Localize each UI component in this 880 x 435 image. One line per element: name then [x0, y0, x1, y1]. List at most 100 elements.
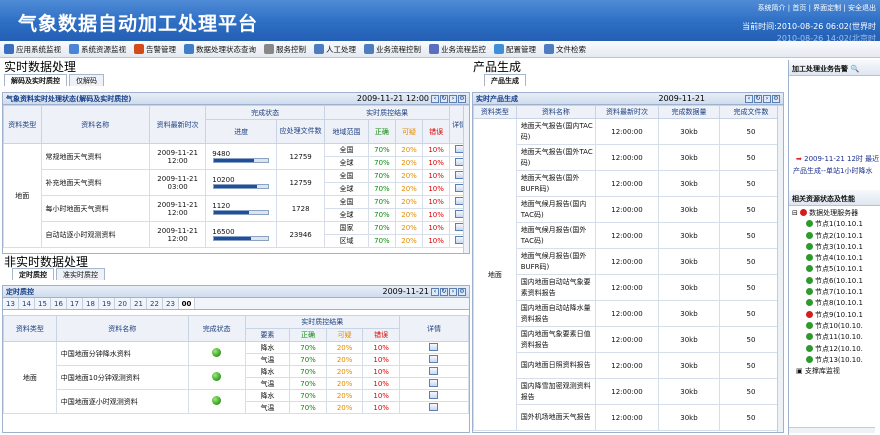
alert-text[interactable]: 产品生成--单站1小时降水 — [789, 166, 880, 176]
data-name-cell[interactable]: 补充地面天气资料 — [40, 169, 150, 196]
tree-node[interactable]: 节点3(10.10.1 — [792, 242, 880, 253]
hour-tab-15[interactable]: 15 — [35, 298, 51, 309]
size-cell: 30kb — [657, 352, 720, 379]
data-name-cell[interactable]: 国内降雪加密观测资料报告 — [515, 378, 596, 405]
data-name-cell[interactable]: 国内地面日照资料报告 — [515, 352, 596, 379]
next-icon[interactable]: › — [449, 95, 457, 103]
data-name-cell[interactable]: 国外机场地面天气报告 — [515, 404, 596, 431]
latest-time-cell: 12:00:00 — [594, 274, 659, 301]
tab-product-generation[interactable]: 产品生成 — [484, 74, 526, 86]
product-scrollbar[interactable] — [777, 106, 783, 432]
next-icon[interactable]: › — [763, 95, 771, 103]
menu-item-6[interactable]: 人工处理 — [314, 44, 356, 55]
data-name-cell[interactable]: 国内地面自动站降水量资料报告 — [515, 300, 596, 327]
menu-item-3[interactable]: 告警管理 — [134, 44, 176, 55]
count-cell: 50 — [718, 300, 783, 327]
menu-item-10[interactable]: 文件检索 — [544, 44, 586, 55]
data-name-cell[interactable]: 中国地面10分钟观测资料 — [55, 365, 189, 390]
latest-time-cell: 12:00:00 — [594, 378, 659, 405]
hour-tab-00[interactable]: 00 — [179, 298, 195, 309]
tree-node[interactable]: 节点1(10.10.1 — [792, 219, 880, 230]
size-cell: 30kb — [657, 326, 720, 353]
col-suspect: 可疑 — [325, 328, 364, 342]
resource-tree: ⊟ 数据处理服务器 节点1(10.10.1 节点2(10.10.1 节点3(10.10… — [789, 206, 880, 377]
menu-item-1[interactable]: 应用系统监视 — [4, 44, 61, 55]
tree-node[interactable]: 节点7(10.10.1 — [792, 287, 880, 298]
data-name-cell[interactable]: 地面气候月报告(国外TAC码) — [515, 222, 596, 249]
detail-icon[interactable] — [429, 354, 439, 363]
realtime-scrollbar[interactable] — [463, 106, 469, 253]
latest-time-cell: 12:00:00 — [594, 222, 659, 249]
tab-quasi-realtime-qc[interactable]: 准实时质控 — [56, 268, 105, 280]
side-h-scrollbar[interactable] — [789, 427, 875, 433]
data-name-cell[interactable]: 常规地面天气资料 — [40, 143, 150, 170]
hour-tab-22[interactable]: 22 — [147, 298, 163, 309]
prev-icon[interactable]: ‹ — [431, 288, 439, 296]
next-icon[interactable]: › — [449, 288, 457, 296]
data-name-cell[interactable]: 地面天气报告(国内TAC码) — [515, 118, 596, 145]
col-element: 要素 — [244, 328, 291, 342]
tree-node[interactable]: 节点10(10.10. — [792, 321, 880, 332]
data-name-cell[interactable]: 每小时地面天气资料 — [40, 195, 150, 222]
hour-tab-23[interactable]: 23 — [163, 298, 179, 309]
menu-item-5[interactable]: 服务控制 — [264, 44, 306, 55]
tree-monitor[interactable]: ▣ 支撑库监视 — [792, 366, 880, 377]
menu-item-4[interactable]: 数据处理状态查询 — [184, 44, 256, 55]
tree-node[interactable]: 节点12(10.10. — [792, 344, 880, 355]
data-name-cell[interactable]: 国内地面自动站气象要素资料报告 — [515, 274, 596, 301]
hour-tab-21[interactable]: 21 — [131, 298, 147, 309]
detail-icon[interactable] — [429, 342, 439, 351]
refresh-icon[interactable]: ↻ — [754, 95, 762, 103]
prev-icon[interactable]: ‹ — [431, 95, 439, 103]
tree-node[interactable]: 节点13(10.10. — [792, 355, 880, 366]
settings-icon[interactable]: ⚙ — [458, 288, 466, 296]
realtime-panel-title: 气象资料实时处理状态(解码及实时质控) 2009-11-21 12:00 ‹ ↻… — [3, 93, 469, 105]
prev-icon[interactable]: ‹ — [745, 95, 753, 103]
data-name-cell[interactable]: 中国地面分钟降水资料 — [55, 341, 189, 366]
alert-time[interactable]: ➡ 2009-11-21 12时 最近 — [789, 154, 880, 164]
data-name-cell[interactable]: 国内地面气象要素日值资料报告 — [515, 326, 596, 353]
tree-node[interactable]: 节点9(10.10.1 — [792, 310, 880, 321]
data-name-cell[interactable]: 地面天气报告(国外BUFR码) — [515, 170, 596, 197]
hour-tab-14[interactable]: 14 — [19, 298, 35, 309]
data-name-cell[interactable]: 地面天气报告(国外TAC码) — [515, 144, 596, 171]
refresh-icon[interactable]: ↻ — [440, 288, 448, 296]
hour-tab-19[interactable]: 19 — [99, 298, 115, 309]
hour-tab-18[interactable]: 18 — [83, 298, 99, 309]
alert-spacer — [789, 76, 880, 154]
refresh-icon[interactable]: ↻ — [440, 95, 448, 103]
data-name-cell[interactable]: 中国地面逐小时观测资料 — [55, 389, 189, 414]
status-ok-icon — [212, 396, 222, 405]
detail-icon[interactable] — [429, 402, 439, 411]
settings-icon[interactable]: ⚙ — [458, 95, 466, 103]
tree-node[interactable]: 节点6(10.10.1 — [792, 276, 880, 287]
tree-node[interactable]: 节点11(10.10. — [792, 332, 880, 343]
data-name-cell[interactable]: 地面气候月报告(国外BUFR码) — [515, 248, 596, 275]
menu-item-7[interactable]: 业务流程控制 — [364, 44, 421, 55]
file-search-icon — [544, 44, 554, 54]
header-links[interactable]: 系统简介 | 首页 | 界面定制 | 安全退出 — [758, 3, 876, 13]
data-name-cell[interactable]: 自动站逐小时观测资料 — [40, 221, 150, 248]
tree-node[interactable]: 节点8(10.10.1 — [792, 298, 880, 309]
detail-icon[interactable] — [429, 390, 439, 399]
menu-item-9[interactable]: 配置管理 — [494, 44, 536, 55]
hour-tab-16[interactable]: 16 — [51, 298, 67, 309]
hour-tab-13[interactable]: 13 — [3, 298, 19, 309]
tree-node[interactable]: 节点4(10.10.1 — [792, 253, 880, 264]
menu-item-2[interactable]: 系统资源监视 — [69, 44, 126, 55]
detail-icon[interactable] — [429, 366, 439, 375]
tab-scheduled-qc[interactable]: 定时质控 — [12, 268, 54, 280]
menu-item-8[interactable]: 业务流程监控 — [429, 44, 486, 55]
tree-node[interactable]: 节点2(10.10.1 — [792, 231, 880, 242]
detail-icon[interactable] — [429, 378, 439, 387]
collapse-icon[interactable]: ⊟ — [792, 209, 800, 217]
tab-decode-only[interactable]: 仅解码 — [69, 74, 104, 86]
search-icon[interactable]: 🔍 — [850, 65, 859, 73]
tree-root[interactable]: ⊟ 数据处理服务器 — [792, 208, 880, 219]
hour-tab-17[interactable]: 17 — [67, 298, 83, 309]
tree-node[interactable]: 节点5(10.10.1 — [792, 264, 880, 275]
settings-icon[interactable]: ⚙ — [772, 95, 780, 103]
hour-tab-20[interactable]: 20 — [115, 298, 131, 309]
tab-decode-qc[interactable]: 解码及实时质控 — [4, 74, 67, 86]
data-name-cell[interactable]: 地面气候月报告(国内TAC码) — [515, 196, 596, 223]
